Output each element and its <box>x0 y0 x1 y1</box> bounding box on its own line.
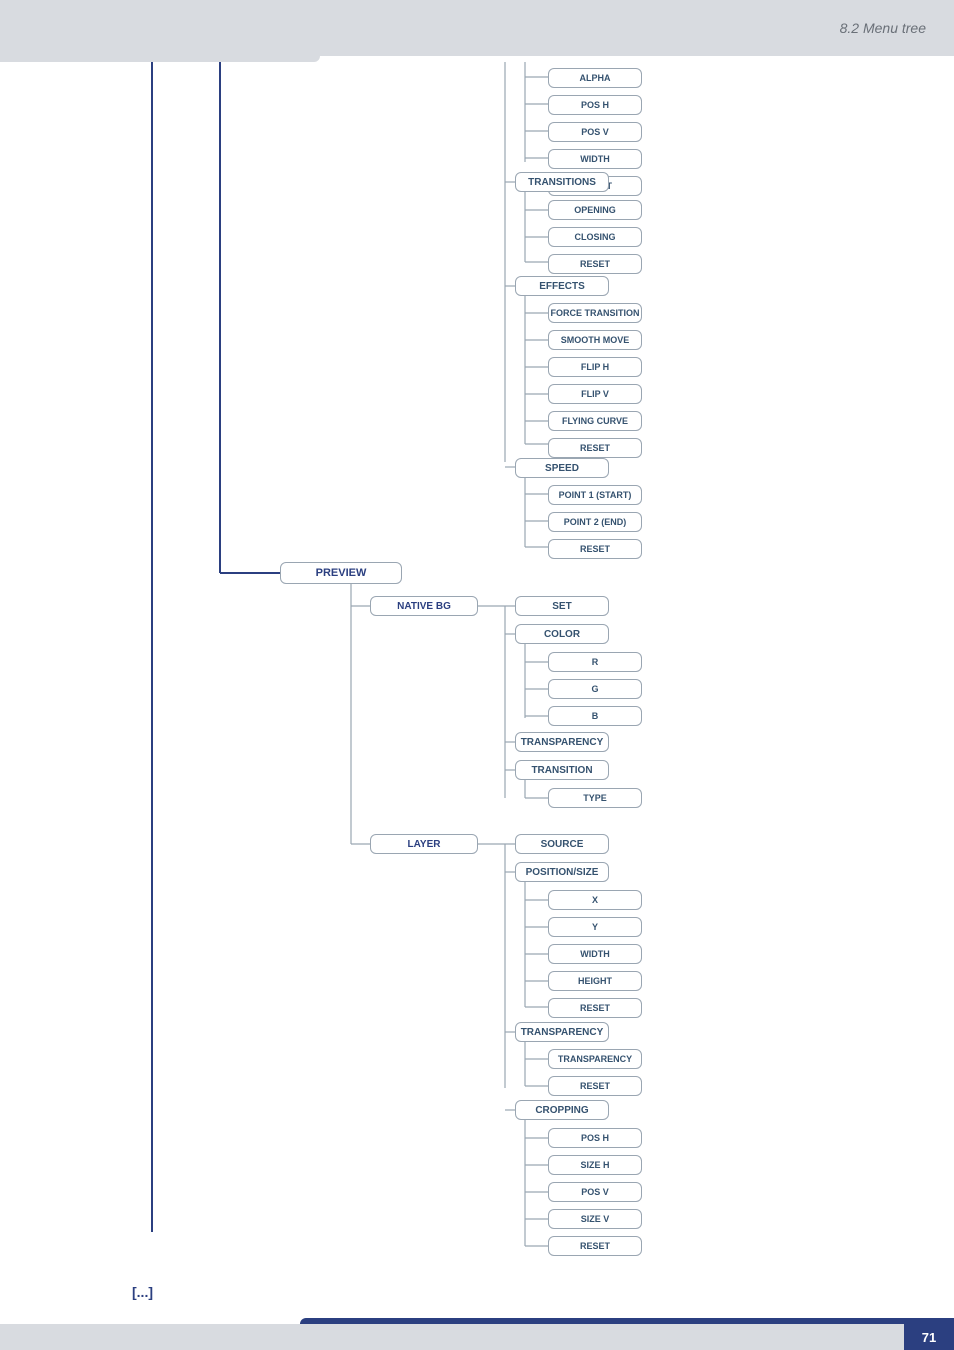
node-leaf: FORCE TRANSITION <box>548 303 642 323</box>
page-number: 71 <box>904 1324 954 1350</box>
node-layer: LAYER <box>370 834 478 854</box>
node-native-bg: NATIVE BG <box>370 596 478 616</box>
node-transitions: TRANSITIONS <box>515 172 609 192</box>
node-leaf: RESET <box>548 998 642 1018</box>
node-leaf: POS V <box>548 1182 642 1202</box>
node-leaf: SIZE V <box>548 1209 642 1229</box>
node-leaf: R <box>548 652 642 672</box>
node-cropping: CROPPING <box>515 1100 609 1120</box>
node-color: COLOR <box>515 624 609 644</box>
header-stripe <box>0 56 320 62</box>
breadcrumb-label: 8.2 Menu tree <box>840 20 926 36</box>
node-transparency-2: TRANSPARENCY <box>515 1022 609 1042</box>
node-leaf: FLYING CURVE <box>548 411 642 431</box>
node-leaf: POINT 1 (START) <box>548 485 642 505</box>
node-preview: PREVIEW <box>280 562 402 584</box>
node-leaf: RESET <box>548 254 642 274</box>
page-header: 8.2 Menu tree <box>0 0 954 56</box>
continuation-indicator: [...] <box>132 1284 153 1300</box>
node-leaf: RESET <box>548 1236 642 1256</box>
node-source: SOURCE <box>515 834 609 854</box>
node-leaf: HEIGHT <box>548 971 642 991</box>
node-leaf: POS V <box>548 122 642 142</box>
node-leaf: ALPHA <box>548 68 642 88</box>
node-leaf: POS H <box>548 95 642 115</box>
node-leaf: POS H <box>548 1128 642 1148</box>
node-leaf: OPENING <box>548 200 642 220</box>
node-leaf: FLIP H <box>548 357 642 377</box>
node-leaf: TYPE <box>548 788 642 808</box>
node-effects: EFFECTS <box>515 276 609 296</box>
node-leaf: WIDTH <box>548 944 642 964</box>
node-leaf: Y <box>548 917 642 937</box>
node-leaf: RESET <box>548 539 642 559</box>
node-transition: TRANSITION <box>515 760 609 780</box>
node-leaf: SMOOTH MOVE <box>548 330 642 350</box>
node-leaf: RESET <box>548 1076 642 1096</box>
node-set: SET <box>515 596 609 616</box>
node-leaf: RESET <box>548 438 642 458</box>
node-leaf: POINT 2 (END) <box>548 512 642 532</box>
node-speed: SPEED <box>515 458 609 478</box>
node-leaf: FLIP V <box>548 384 642 404</box>
node-position-size: POSITION/SIZE <box>515 862 609 882</box>
node-leaf: X <box>548 890 642 910</box>
tree-connectors <box>0 62 954 1320</box>
node-leaf: B <box>548 706 642 726</box>
node-leaf: WIDTH <box>548 149 642 169</box>
page-footer: 71 <box>0 1318 954 1350</box>
node-leaf: TRANSPARENCY <box>548 1049 642 1069</box>
node-transparency-1: TRANSPARENCY <box>515 732 609 752</box>
node-leaf: CLOSING <box>548 227 642 247</box>
node-leaf: SIZE H <box>548 1155 642 1175</box>
node-leaf: G <box>548 679 642 699</box>
